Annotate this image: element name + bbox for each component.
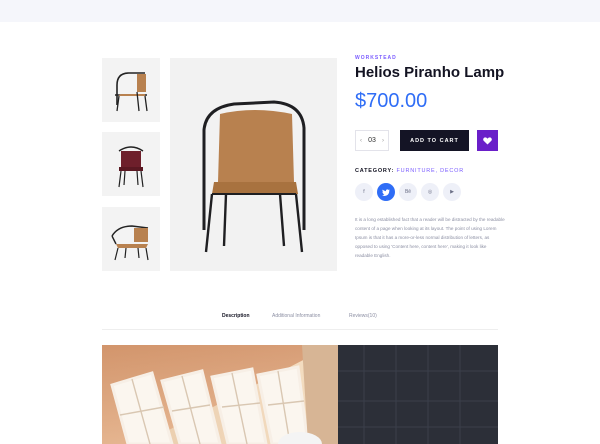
youtube-icon[interactable]: ▶ xyxy=(443,183,461,201)
product-category: CATEGORY: FURNITURE, DECOR xyxy=(355,168,464,174)
category-label: CATEGORY: xyxy=(355,168,395,174)
chair-image xyxy=(202,99,305,252)
product-vendor: WORKSTEAD xyxy=(355,55,397,61)
chair-thumbnail-image xyxy=(118,146,144,188)
description-banner-image xyxy=(102,345,498,444)
thumbnail-red-chair[interactable] xyxy=(102,132,160,196)
quantity-value[interactable]: 03 xyxy=(368,137,376,144)
quantity-stepper[interactable]: ‹ 03 › xyxy=(355,130,389,151)
dribbble-icon[interactable]: ◎ xyxy=(421,183,439,201)
behance-icon[interactable]: Bē xyxy=(399,183,417,201)
thumbnail-angled-chair[interactable] xyxy=(102,207,160,271)
wishlist-button[interactable] xyxy=(477,130,498,151)
product-title: Helios Piranho Lamp xyxy=(355,64,505,81)
chair-thumbnail-image xyxy=(115,72,148,112)
interior-room-image xyxy=(102,345,498,444)
product-main-image xyxy=(170,58,337,271)
add-to-cart-button[interactable]: ADD TO CART xyxy=(400,130,469,151)
top-bar xyxy=(0,0,600,22)
twitter-bird-glyph xyxy=(382,188,390,196)
twitter-icon[interactable] xyxy=(377,183,395,201)
tab-additional-information[interactable]: Additional Information xyxy=(272,313,320,319)
thumbnail-tan-chair[interactable] xyxy=(102,58,160,122)
product-price: $700.00 xyxy=(355,90,428,112)
tab-reviews[interactable]: Reviews(10) xyxy=(349,313,377,319)
chair-thumbnail-image xyxy=(111,225,149,261)
decrement-button[interactable]: ‹ xyxy=(360,138,362,144)
facebook-icon[interactable]: f xyxy=(355,183,373,201)
category-value[interactable]: FURNITURE, DECOR xyxy=(397,168,465,174)
heart-icon xyxy=(483,136,492,145)
tab-description[interactable]: Description xyxy=(222,313,250,319)
tab-divider xyxy=(102,329,498,330)
product-description: It is a long established fact that a rea… xyxy=(355,217,505,258)
increment-button[interactable]: › xyxy=(382,138,384,144)
